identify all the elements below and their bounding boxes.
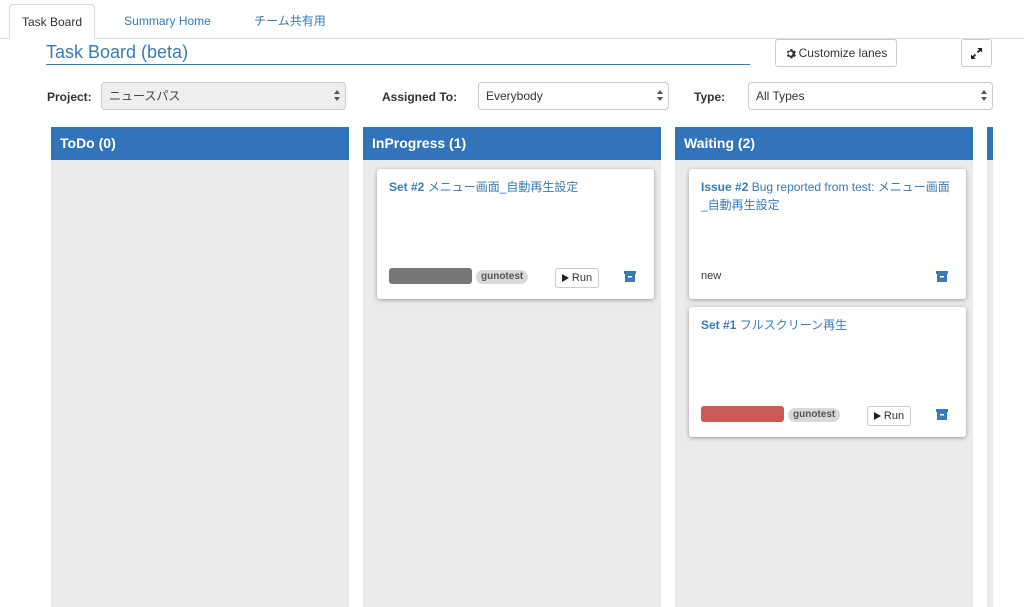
gear-icon bbox=[786, 48, 796, 58]
expand-button[interactable] bbox=[961, 39, 992, 67]
assigned-to-value: Everybody bbox=[486, 89, 543, 103]
issue-status: new bbox=[701, 270, 722, 282]
card-title[interactable]: Set #1 フルスクリーン再生 bbox=[701, 316, 952, 334]
assigned-to-label: Assigned To: bbox=[382, 90, 458, 104]
play-icon bbox=[561, 274, 569, 282]
run-button[interactable]: Run bbox=[867, 406, 911, 426]
page-title: Task Board (beta) bbox=[46, 41, 750, 65]
lane-partial bbox=[987, 127, 993, 607]
card-id: Set #1 bbox=[701, 318, 737, 332]
tab-bar: Task Board Summary Home チーム共有用 bbox=[0, 0, 1024, 40]
lane-header-todo: ToDo (0) bbox=[51, 127, 349, 160]
project-select[interactable]: ニュースパス bbox=[101, 82, 346, 110]
card-name: メニュー画面_自動再生設定 bbox=[427, 180, 579, 194]
customize-lanes-button[interactable]: Customize lanes bbox=[775, 39, 897, 67]
select-caret-icon bbox=[657, 89, 663, 103]
lane-header-partial bbox=[987, 127, 993, 160]
progress-bar bbox=[701, 406, 784, 422]
select-caret-icon bbox=[334, 89, 340, 103]
archive-icon[interactable] bbox=[936, 409, 948, 420]
card-set-2[interactable]: Set #2 メニュー画面_自動再生設定 gunotest Run bbox=[377, 169, 654, 299]
card-name: フルスクリーン再生 bbox=[739, 318, 848, 332]
select-caret-icon bbox=[981, 89, 987, 103]
archive-icon[interactable] bbox=[936, 271, 948, 282]
card-id: Set #2 bbox=[389, 180, 425, 194]
card-issue-2[interactable]: Issue #2 Bug reported from test: メニュー画面_… bbox=[689, 169, 966, 299]
play-icon bbox=[873, 412, 881, 420]
lane-todo: ToDo (0) bbox=[51, 127, 349, 607]
type-select-value: All Types bbox=[756, 89, 805, 103]
type-label: Type: bbox=[694, 90, 726, 104]
archive-icon[interactable] bbox=[624, 271, 636, 282]
run-label: Run bbox=[883, 410, 905, 422]
assignee-tag: gunotest bbox=[476, 270, 529, 284]
assignee-tag: gunotest bbox=[788, 408, 841, 422]
card-title[interactable]: Issue #2 Bug reported from test: メニュー画面_… bbox=[701, 178, 952, 214]
customize-lanes-label: Customize lanes bbox=[798, 46, 888, 60]
tab-summary-home[interactable]: Summary Home bbox=[110, 4, 225, 40]
card-id: Issue #2 bbox=[701, 180, 749, 194]
project-label: Project: bbox=[47, 90, 92, 104]
lane-header-inprogress: InProgress (1) bbox=[363, 127, 661, 160]
type-select[interactable]: All Types bbox=[748, 82, 993, 110]
tab-task-board[interactable]: Task Board bbox=[9, 4, 95, 40]
expand-icon bbox=[971, 47, 982, 59]
card-set-1[interactable]: Set #1 フルスクリーン再生 gunotest Run bbox=[689, 307, 966, 437]
run-label: Run bbox=[571, 272, 593, 284]
assigned-to-select[interactable]: Everybody bbox=[478, 82, 669, 110]
lane-header-waiting: Waiting (2) bbox=[675, 127, 973, 160]
progress-bar bbox=[389, 268, 472, 284]
project-select-value: ニュースパス bbox=[109, 89, 181, 103]
run-button[interactable]: Run bbox=[555, 268, 599, 288]
card-title[interactable]: Set #2 メニュー画面_自動再生設定 bbox=[389, 178, 640, 196]
tab-team-shared[interactable]: チーム共有用 bbox=[240, 4, 340, 40]
